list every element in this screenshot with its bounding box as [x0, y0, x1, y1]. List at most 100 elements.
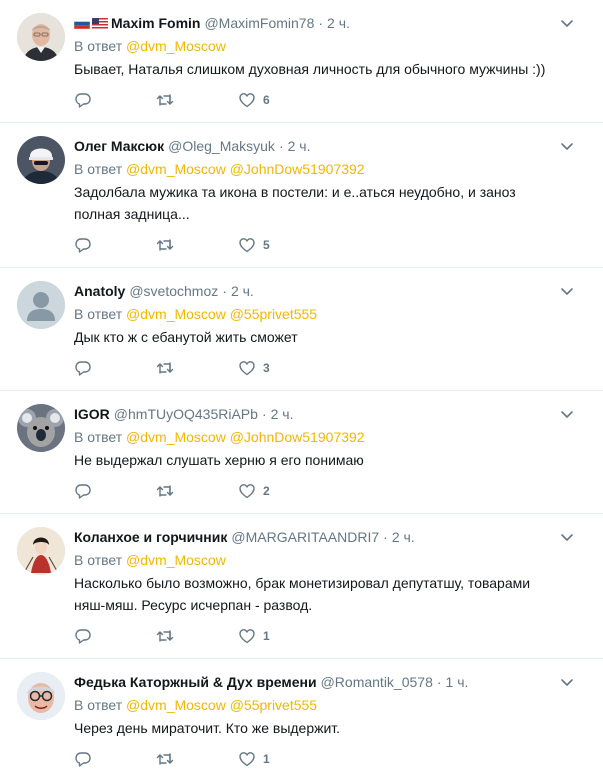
caret-down-icon[interactable]: [559, 406, 575, 422]
retweet-icon: [156, 482, 174, 500]
like-count: 6: [263, 93, 270, 107]
retweet-button[interactable]: [156, 482, 238, 500]
timestamp[interactable]: 2 ч.: [327, 11, 350, 35]
display-name[interactable]: Maxim Fomin: [111, 11, 200, 35]
tweet-text: Через день мираточит. Кто же выдержит.: [74, 720, 341, 736]
mention-link[interactable]: @JohnDow51907392: [230, 161, 365, 177]
tweet-text: Задолбала мужика та икона в постели: и е…: [74, 184, 516, 222]
timestamp[interactable]: 2 ч.: [271, 402, 294, 426]
usa-flag-icon: [92, 17, 108, 29]
display-name[interactable]: Коланхое и горчичник: [74, 525, 227, 549]
like-count: 1: [263, 752, 270, 766]
reply-context: В ответ @dvm_Moscow @JohnDow51907392: [74, 159, 589, 179]
retweet-icon: [156, 627, 174, 645]
display-name[interactable]: IGOR: [74, 402, 110, 426]
avatar[interactable]: [17, 672, 65, 720]
tweet-text: Насколько было возможно, брак монетизиро…: [74, 575, 531, 613]
mention-link[interactable]: @dvm_Moscow: [126, 697, 226, 713]
tweet[interactable]: Anatoly @svetochmoz · 2 ч. В ответ @dvm_…: [0, 268, 603, 391]
like-icon: [238, 627, 256, 645]
retweet-button[interactable]: [156, 627, 238, 645]
mention-link[interactable]: @dvm_Moscow: [126, 38, 226, 54]
tweet[interactable]: Maxim Fomin @MaximFomin78 · 2 ч. В ответ…: [0, 0, 603, 123]
like-count: 1: [263, 629, 270, 643]
username[interactable]: @Oleg_Maksyuk: [168, 134, 275, 158]
display-name[interactable]: Федька Каторжный & Дух времени: [74, 670, 317, 694]
like-count: 5: [263, 238, 270, 252]
avatar[interactable]: [17, 136, 65, 184]
username[interactable]: @hmTUyOQ435RiAPb: [114, 402, 258, 426]
caret-down-icon[interactable]: [559, 138, 575, 154]
reply-button[interactable]: [74, 236, 156, 254]
like-button[interactable]: 1: [238, 627, 320, 645]
retweet-button[interactable]: [156, 91, 238, 109]
separator-dot: ·: [278, 138, 284, 154]
username[interactable]: @MARGARITAANDRI7: [231, 525, 379, 549]
reply-context: В ответ @dvm_Moscow: [74, 550, 589, 570]
flags: [74, 17, 108, 29]
avatar[interactable]: [17, 13, 65, 61]
tweet[interactable]: Коланхое и горчичник @MARGARITAANDRI7 · …: [0, 514, 603, 659]
retweet-button[interactable]: [156, 750, 238, 768]
like-button[interactable]: 2: [238, 482, 320, 500]
reply-prefix: В ответ: [74, 552, 123, 568]
like-icon: [238, 91, 256, 109]
mention-link[interactable]: @dvm_Moscow: [126, 429, 226, 445]
tweet-header: Олег Максюк @Oleg_Maksyuk · 2 ч.: [74, 134, 589, 158]
like-icon: [238, 750, 256, 768]
separator-dot: ·: [436, 674, 442, 690]
separator-dot: ·: [318, 15, 324, 31]
caret-down-icon[interactable]: [559, 674, 575, 690]
avatar[interactable]: [17, 281, 65, 329]
tweet-text: Дык кто ж с ебанутой жить сможет: [74, 329, 298, 345]
display-name[interactable]: Anatoly: [74, 279, 125, 303]
timestamp[interactable]: 2 ч.: [231, 279, 254, 303]
tweet-header: IGOR @hmTUyOQ435RiAPb · 2 ч.: [74, 402, 589, 426]
retweet-icon: [156, 359, 174, 377]
caret-down-icon[interactable]: [559, 15, 575, 31]
reply-button[interactable]: [74, 750, 156, 768]
reply-prefix: В ответ: [74, 306, 123, 322]
tweet-actions: 1: [74, 743, 589, 775]
reply-icon: [74, 236, 92, 254]
tweet[interactable]: Федька Каторжный & Дух времени @Romantik…: [0, 659, 603, 775]
timestamp[interactable]: 2 ч.: [392, 525, 415, 549]
mention-link[interactable]: @dvm_Moscow: [126, 161, 226, 177]
reply-button[interactable]: [74, 627, 156, 645]
reply-button[interactable]: [74, 359, 156, 377]
reply-icon: [74, 91, 92, 109]
retweet-icon: [156, 236, 174, 254]
like-button[interactable]: 1: [238, 750, 320, 768]
caret-down-icon[interactable]: [559, 283, 575, 299]
reply-icon: [74, 482, 92, 500]
avatar[interactable]: [17, 404, 65, 452]
mention-link[interactable]: @JohnDow51907392: [230, 429, 365, 445]
reply-button[interactable]: [74, 91, 156, 109]
like-button[interactable]: 6: [238, 91, 320, 109]
reply-icon: [74, 359, 92, 377]
tweet-actions: 6: [74, 84, 589, 116]
tweet-header: Федька Каторжный & Дух времени @Romantik…: [74, 670, 589, 694]
display-name[interactable]: Олег Максюк: [74, 134, 164, 158]
retweet-button[interactable]: [156, 359, 238, 377]
mention-link[interactable]: @55privet555: [230, 306, 317, 322]
reply-icon: [74, 750, 92, 768]
retweet-button[interactable]: [156, 236, 238, 254]
caret-down-icon[interactable]: [559, 529, 575, 545]
like-button[interactable]: 3: [238, 359, 320, 377]
tweet-actions: 1: [74, 620, 589, 652]
username[interactable]: @Romantik_0578: [321, 670, 433, 694]
mention-link[interactable]: @dvm_Moscow: [126, 306, 226, 322]
reply-button[interactable]: [74, 482, 156, 500]
username[interactable]: @svetochmoz: [129, 279, 218, 303]
like-button[interactable]: 5: [238, 236, 320, 254]
username[interactable]: @MaximFomin78: [204, 11, 314, 35]
mention-link[interactable]: @dvm_Moscow: [126, 552, 226, 568]
avatar[interactable]: [17, 527, 65, 575]
timestamp[interactable]: 1 ч.: [446, 670, 469, 694]
reply-icon: [74, 627, 92, 645]
timestamp[interactable]: 2 ч.: [288, 134, 311, 158]
tweet[interactable]: IGOR @hmTUyOQ435RiAPb · 2 ч. В ответ @dv…: [0, 391, 603, 514]
tweet[interactable]: Олег Максюк @Oleg_Maksyuk · 2 ч. В ответ…: [0, 123, 603, 268]
mention-link[interactable]: @55privet555: [230, 697, 317, 713]
